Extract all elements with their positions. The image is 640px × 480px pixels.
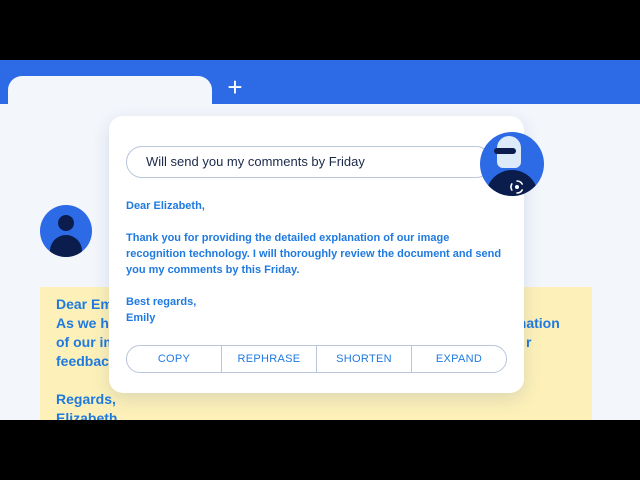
shorten-button[interactable]: SHORTEN [317, 346, 412, 372]
ai-visor-icon [494, 148, 516, 154]
avatar-body [50, 235, 82, 257]
email-line: Regards, [56, 391, 116, 407]
new-tab-button[interactable]: + [222, 74, 248, 100]
reply-actions: COPY REPHRASE SHORTEN EXPAND [126, 345, 507, 373]
email-line: feedbac [56, 353, 109, 369]
reply-greeting: Dear Elizabeth, [126, 200, 205, 212]
ai-assistant-avatar [480, 132, 544, 196]
browser-tab[interactable] [8, 76, 212, 106]
reply-body: Thank you for providing the detailed exp… [126, 232, 502, 276]
rephrase-button[interactable]: REPHRASE [222, 346, 317, 372]
email-line-right: r [526, 334, 532, 350]
reply-signature: Emily [126, 312, 156, 324]
email-line: As we ha [56, 315, 117, 331]
generated-reply: Dear Elizabeth, Thank you for providing … [126, 198, 504, 326]
email-line: Dear Em [56, 296, 113, 312]
expand-button[interactable]: EXPAND [412, 346, 506, 372]
email-line: of our im [56, 334, 116, 350]
swirl-logo-icon [510, 180, 523, 194]
email-line: Elizabeth [56, 410, 118, 420]
app-stage: + Dear Em As we ha of our im feedbac Reg… [0, 60, 640, 420]
prompt-input[interactable]: Will send you my comments by Friday [126, 146, 492, 178]
reply-closing: Best regards, [126, 296, 197, 308]
user-avatar [40, 205, 92, 257]
browser-tab-bar: + [0, 60, 640, 106]
ai-assistant-card: Will send you my comments by Friday Dear… [109, 116, 524, 393]
copy-button[interactable]: COPY [127, 346, 222, 372]
avatar-head [58, 215, 74, 231]
